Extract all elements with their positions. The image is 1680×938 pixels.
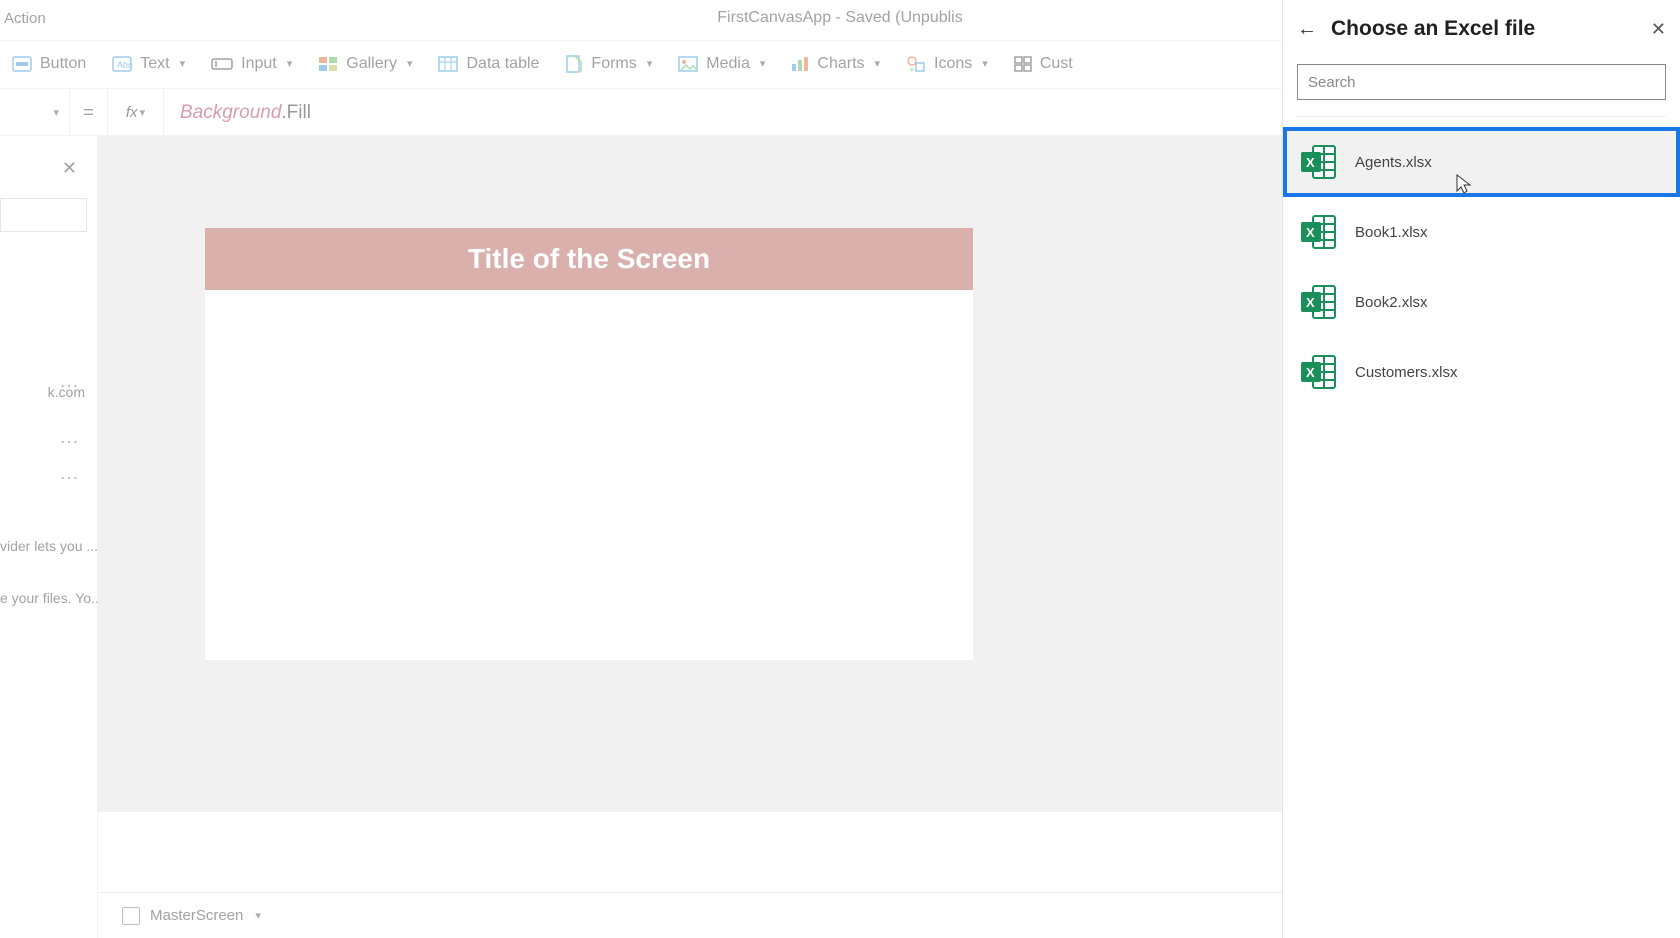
panel-title: Choose an Excel file [1331, 17, 1637, 41]
svg-text:X: X [1306, 155, 1315, 170]
button-icon [12, 56, 32, 72]
forms-icon [565, 55, 583, 73]
file-item-agents[interactable]: X Agents.xlsx [1283, 127, 1680, 197]
close-icon[interactable]: ✕ [62, 158, 77, 179]
search-input[interactable] [1297, 64, 1666, 100]
excel-file-icon: X [1299, 352, 1339, 392]
chevron-down-icon[interactable]: ▾ [255, 909, 261, 922]
equals-sign: = [70, 88, 108, 136]
chevron-down-icon: ▾ [53, 106, 59, 119]
file-label: Customers.xlsx [1355, 364, 1664, 381]
ribbon-charts[interactable]: Charts ▾ [791, 55, 880, 73]
file-label: Book2.xlsx [1355, 294, 1664, 311]
svg-text:Abc: Abc [117, 60, 132, 70]
charts-icon [791, 56, 809, 72]
formula-input[interactable]: Background.Fill [164, 101, 311, 124]
back-button[interactable]: ← [1297, 18, 1317, 41]
ribbon-datatable-label: Data table [466, 55, 539, 73]
screen-name-label[interactable]: MasterScreen [150, 907, 243, 924]
ribbon-forms[interactable]: Forms ▾ [565, 55, 652, 73]
ribbon-button[interactable]: Button [12, 55, 86, 73]
screen-title-label[interactable]: Title of the Screen [205, 228, 973, 290]
svg-text:X: X [1306, 365, 1315, 380]
ribbon-input-label: Input [241, 55, 277, 73]
ribbon-text[interactable]: Abc Text ▾ [112, 55, 185, 73]
formula-token-property: .Fill [281, 102, 311, 123]
ribbon-forms-label: Forms [591, 55, 636, 73]
panel-text-1: k.com [0, 384, 85, 400]
ribbon-button-label: Button [40, 55, 86, 73]
formula-token-object: Background [180, 102, 281, 123]
ribbon-icons-label: Icons [934, 55, 972, 73]
ribbon-charts-label: Charts [817, 55, 864, 73]
file-item-book2[interactable]: X Book2.xlsx [1283, 267, 1680, 337]
chevron-down-icon: ▾ [180, 57, 186, 70]
text-icon: Abc [112, 56, 132, 72]
ribbon-media[interactable]: Media ▾ [678, 55, 765, 73]
fx-label: fx [126, 104, 138, 121]
left-panel: ✕ k.com … … … vider lets you ... e your … [0, 136, 98, 938]
icons-icon: + [906, 55, 926, 73]
choose-file-panel: ← Choose an Excel file ✕ X Agents.xlsx [1282, 0, 1680, 938]
file-list: X Agents.xlsx X Book1.xlsx [1283, 127, 1680, 407]
file-label: Book1.xlsx [1355, 224, 1664, 241]
chevron-down-icon: ▾ [287, 57, 293, 70]
ribbon-custom[interactable]: Cust [1014, 55, 1073, 73]
panel-text-2: vider lets you ... [0, 538, 85, 554]
tab-action[interactable]: Action [0, 10, 46, 27]
ribbon-gallery-label: Gallery [346, 55, 397, 73]
gallery-icon [318, 56, 338, 72]
file-label: Agents.xlsx [1355, 154, 1664, 171]
chevron-down-icon: ▾ [760, 57, 766, 70]
chevron-down-icon: ▾ [982, 57, 988, 70]
ribbon-input[interactable]: Input ▾ [211, 55, 292, 73]
media-icon [678, 56, 698, 72]
overflow-icon[interactable]: … [59, 462, 79, 485]
chevron-down-icon: ▾ [875, 57, 881, 70]
cursor-icon [1455, 173, 1473, 195]
overflow-icon[interactable]: … [59, 426, 79, 449]
excel-file-icon: X [1299, 142, 1339, 182]
ribbon-gallery[interactable]: Gallery ▾ [318, 55, 412, 73]
file-item-customers[interactable]: X Customers.xlsx [1283, 337, 1680, 407]
input-icon [211, 56, 233, 72]
close-button[interactable]: ✕ [1651, 19, 1666, 40]
datatable-icon [438, 56, 458, 72]
panel-searchbox[interactable] [0, 198, 87, 232]
svg-text:+: + [909, 65, 915, 73]
panel-text-3: e your files. Yo... [0, 590, 85, 606]
divider [1297, 116, 1666, 117]
design-surface[interactable]: Title of the Screen [205, 228, 973, 660]
chevron-down-icon: ▾ [407, 57, 413, 70]
excel-file-icon: X [1299, 212, 1339, 252]
property-selector[interactable]: ▾ [0, 88, 70, 136]
excel-file-icon: X [1299, 282, 1339, 322]
custom-icon [1014, 56, 1032, 72]
ribbon-text-label: Text [140, 55, 169, 73]
ribbon-datatable[interactable]: Data table [438, 55, 539, 73]
svg-text:X: X [1306, 225, 1315, 240]
ribbon-media-label: Media [706, 55, 750, 73]
chevron-down-icon: ▾ [647, 57, 653, 70]
ribbon-icons[interactable]: + Icons ▾ [906, 55, 988, 73]
screen-checkbox[interactable] [122, 907, 140, 925]
svg-text:X: X [1306, 295, 1315, 310]
ribbon-custom-label: Cust [1040, 55, 1073, 73]
fx-button[interactable]: fx▾ [108, 88, 164, 136]
chevron-down-icon: ▾ [140, 106, 146, 119]
file-item-book1[interactable]: X Book1.xlsx [1283, 197, 1680, 267]
overflow-icon[interactable]: … [59, 370, 79, 393]
